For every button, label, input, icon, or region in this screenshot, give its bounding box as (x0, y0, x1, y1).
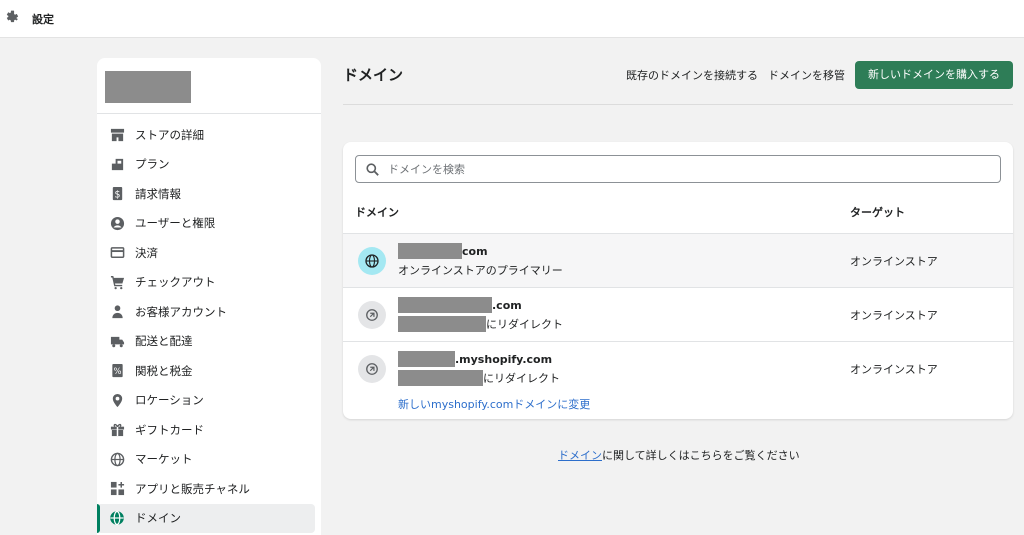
connect-existing-domain-button[interactable]: 既存のドメインを接続する (626, 67, 758, 83)
sidebar-item-label: 決済 (135, 245, 158, 260)
domain-search[interactable] (355, 155, 1001, 183)
column-header-target: ターゲット (850, 206, 905, 219)
sidebar-item-store-details[interactable]: ストアの詳細 (97, 120, 321, 150)
domains-card: ドメイン ターゲット com オンラインストアのプライマリー オンラインストア … (343, 142, 1013, 419)
header-divider (343, 104, 1013, 105)
sidebar-item-label: ストアの詳細 (135, 127, 204, 142)
truck-icon (109, 333, 125, 349)
sidebar-item-taxes[interactable]: % 関税と税金 (97, 356, 321, 386)
sidebar-item-label: 請求情報 (135, 186, 181, 201)
sidebar-item-users[interactable]: ユーザーと権限 (97, 209, 321, 239)
search-icon (366, 163, 379, 176)
redacted-domain (398, 370, 483, 386)
billing-icon: $ (109, 186, 125, 202)
primary-domain-badge (358, 247, 386, 275)
top-bar: 設定 (0, 0, 1024, 38)
domain-name[interactable]: com (398, 243, 488, 259)
domain-suffix: .com (492, 298, 522, 312)
domain-status: オンラインストアのプライマリー (398, 264, 563, 277)
sidebar-item-payments[interactable]: 決済 (97, 238, 321, 268)
redacted-store-name (105, 71, 191, 103)
sidebar-item-shipping[interactable]: 配送と配達 (97, 327, 321, 357)
header-actions: 既存のドメインを接続する ドメインを移管 新しいドメインを購入する (626, 61, 1013, 89)
sidebar-item-domains[interactable]: ドメイン (97, 503, 315, 533)
redacted-domain (398, 316, 486, 332)
table-row[interactable]: .myshopify.com にリダイレクト オンラインストア 新しいmysho… (343, 341, 1013, 419)
help-footer: ドメインに関して詳しくはこちらをご覧ください (0, 447, 1024, 463)
domain-status: にリダイレクト (398, 316, 563, 332)
sidebar-item-plan[interactable]: プラン (97, 150, 321, 180)
person-icon (109, 304, 125, 320)
redirect-arrow-icon (366, 363, 378, 375)
table-row[interactable]: com オンラインストアのプライマリー オンラインストア (343, 233, 1013, 287)
user-circle-icon (109, 215, 125, 231)
domains-help-link[interactable]: ドメイン (558, 449, 602, 462)
tax-icon: % (109, 363, 125, 379)
gear-icon (6, 10, 19, 23)
globe-icon (365, 254, 379, 268)
domain-name[interactable]: .myshopify.com (398, 351, 552, 367)
sidebar-item-label: お客様アカウント (135, 304, 227, 319)
search-input[interactable] (388, 156, 988, 182)
domain-status: にリダイレクト (398, 370, 560, 386)
store-header (97, 58, 321, 114)
redirect-badge (358, 355, 386, 383)
sidebar-item-label: 配送と配達 (135, 334, 193, 349)
domain-suffix: .myshopify.com (455, 352, 553, 366)
payment-icon (109, 245, 125, 261)
sidebar-item-label: プラン (135, 157, 170, 172)
column-header-domain: ドメイン (355, 206, 399, 219)
redirect-badge (358, 301, 386, 329)
settings-sidebar: ストアの詳細 プラン $ 請求情報 ユーザーと権限 決済 チェックアウト お客様… (97, 58, 321, 535)
domains-heading: ドメイン (343, 66, 404, 84)
sidebar-item-checkout[interactable]: チェックアウト (97, 268, 321, 298)
sidebar-item-label: ギフトカード (135, 422, 204, 437)
redirect-text: にリダイレクト (486, 318, 563, 331)
sidebar-item-label: チェックアウト (135, 275, 216, 290)
store-icon (109, 127, 125, 143)
sidebar-item-gift-cards[interactable]: ギフトカード (97, 415, 321, 445)
domain-target: オンラインストア (850, 255, 938, 268)
help-text: に関して詳しくはこちらをご覧ください (602, 449, 800, 462)
redacted-domain (398, 243, 462, 259)
sidebar-item-locations[interactable]: ロケーション (97, 386, 321, 416)
svg-text:%: % (113, 366, 121, 376)
buy-new-domain-button[interactable]: 新しいドメインを購入する (855, 61, 1013, 89)
redirect-arrow-icon (366, 309, 378, 321)
sidebar-item-apps-channels[interactable]: アプリと販売チャネル (97, 474, 321, 504)
settings-menu: ストアの詳細 プラン $ 請求情報 ユーザーと権限 決済 チェックアウト お客様… (97, 120, 321, 533)
sidebar-item-billing[interactable]: $ 請求情報 (97, 179, 321, 209)
table-row[interactable]: .com にリダイレクト オンラインストア (343, 287, 1013, 341)
sidebar-item-customer-accounts[interactable]: お客様アカウント (97, 297, 321, 327)
domain-target: オンラインストア (850, 309, 938, 322)
redacted-domain (398, 297, 492, 313)
sidebar-item-label: アプリと販売チャネル (135, 481, 250, 496)
redirect-text: にリダイレクト (483, 372, 560, 385)
domain-name[interactable]: .com (398, 297, 522, 313)
sidebar-item-label: ドメイン (135, 511, 181, 526)
domain-globe-icon (109, 510, 125, 526)
change-myshopify-domain-link[interactable]: 新しいmyshopify.comドメインに変更 (398, 396, 590, 412)
redacted-domain (398, 351, 455, 367)
cart-icon (109, 274, 125, 290)
sidebar-item-label: 関税と税金 (135, 363, 193, 378)
svg-text:$: $ (114, 190, 120, 201)
apps-icon (109, 481, 125, 497)
location-pin-icon (109, 392, 125, 408)
page-title: 設定 (32, 13, 54, 26)
gift-icon (109, 422, 125, 438)
domain-suffix: com (462, 244, 488, 258)
sidebar-item-label: ユーザーと権限 (135, 216, 216, 231)
domain-target: オンラインストア (850, 363, 938, 376)
transfer-domain-button[interactable]: ドメインを移管 (768, 67, 845, 83)
plan-icon (109, 156, 125, 172)
sidebar-item-label: ロケーション (135, 393, 204, 408)
